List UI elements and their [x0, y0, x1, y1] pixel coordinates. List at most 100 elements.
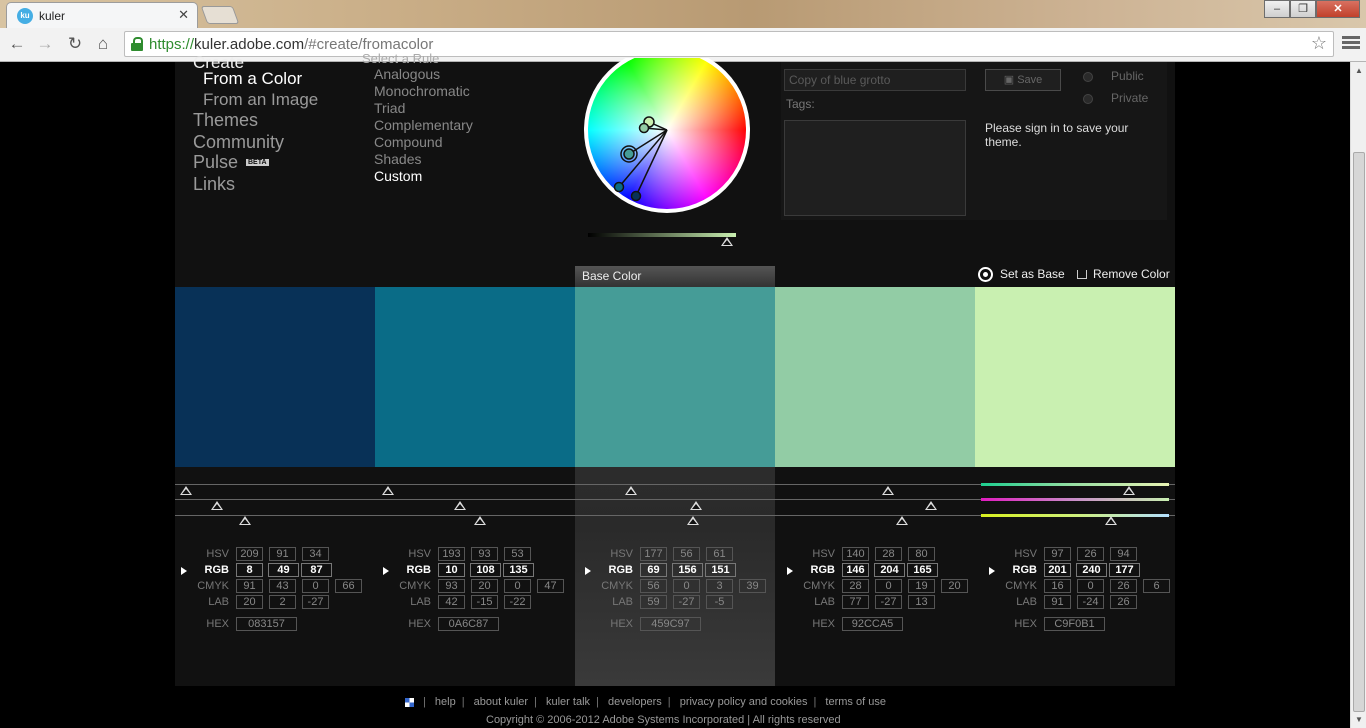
hex-value[interactable]: 0A6C87 [438, 617, 499, 631]
close-window-button[interactable]: ✕ [1316, 0, 1360, 18]
lab-value[interactable]: 42 [438, 595, 465, 609]
footer-link-help[interactable]: help [435, 696, 456, 708]
color-swatch-4[interactable] [775, 287, 975, 467]
cmyk-value[interactable]: 0 [302, 579, 329, 593]
tags-input[interactable] [784, 120, 966, 216]
cmyk-value[interactable]: 39 [739, 579, 766, 593]
nav-item-links[interactable]: Links [193, 174, 235, 195]
rgb-value[interactable]: 87 [301, 563, 332, 577]
rule-triad[interactable]: Triad [374, 100, 405, 116]
lab-value[interactable]: -27 [673, 595, 700, 609]
minimize-button[interactable]: – [1264, 0, 1290, 18]
chrome-menu-icon[interactable] [1342, 34, 1360, 52]
cmyk-value[interactable]: 19 [908, 579, 935, 593]
forward-arrow-icon[interactable]: → [34, 33, 56, 55]
bookmark-star-icon[interactable]: ☆ [1311, 33, 1327, 54]
address-bar[interactable]: https://kuler.adobe.com/#create/fromacol… [124, 31, 1334, 57]
rgb-value[interactable]: 201 [1044, 563, 1071, 577]
rule-custom[interactable]: Custom [374, 168, 422, 184]
hsv-value[interactable]: 93 [471, 547, 498, 561]
nav-item-themes[interactable]: Themes [193, 110, 258, 131]
rgb-value[interactable]: 151 [705, 563, 736, 577]
lab-value[interactable]: -27 [875, 595, 902, 609]
remove-color-button[interactable]: Remove Color [1077, 267, 1170, 281]
rgb-value[interactable]: 10 [438, 563, 465, 577]
hsv-value[interactable]: 28 [875, 547, 902, 561]
hex-value[interactable]: C9F0B1 [1044, 617, 1105, 631]
cmyk-value[interactable]: 6 [1143, 579, 1170, 593]
rgb-value[interactable]: 135 [503, 563, 534, 577]
rule-analogous[interactable]: Analogous [374, 66, 440, 82]
rgb-value[interactable]: 108 [470, 563, 501, 577]
hsv-value[interactable]: 193 [438, 547, 465, 561]
rgb-value[interactable]: 156 [672, 563, 703, 577]
cmyk-value[interactable]: 16 [1044, 579, 1071, 593]
rgb-value[interactable]: 69 [640, 563, 667, 577]
rgb-value[interactable]: 8 [236, 563, 263, 577]
cmyk-value[interactable]: 20 [471, 579, 498, 593]
home-icon[interactable]: ⌂ [92, 33, 114, 55]
hex-value[interactable]: 92CCA5 [842, 617, 903, 631]
public-radio[interactable]: Public [1083, 69, 1144, 83]
nav-item-from-an-image[interactable]: From an Image [203, 90, 318, 110]
hsv-value[interactable]: 177 [640, 547, 667, 561]
cmyk-value[interactable]: 0 [1077, 579, 1104, 593]
hsv-value[interactable]: 61 [706, 547, 733, 561]
cmyk-value[interactable]: 66 [335, 579, 362, 593]
save-button[interactable]: ▣ Save [985, 69, 1061, 91]
cmyk-value[interactable]: 26 [1110, 579, 1137, 593]
nav-item-pulse[interactable]: Pulse [193, 152, 238, 173]
rule-complementary[interactable]: Complementary [374, 117, 473, 133]
lab-value[interactable]: -22 [504, 595, 531, 609]
hex-value[interactable]: 083157 [236, 617, 297, 631]
lab-value[interactable]: 2 [269, 595, 296, 609]
lab-value[interactable]: 13 [908, 595, 935, 609]
lab-value[interactable]: -5 [706, 595, 733, 609]
lab-value[interactable]: 59 [640, 595, 667, 609]
rgb-value[interactable]: 204 [874, 563, 905, 577]
lab-value[interactable]: -24 [1077, 595, 1104, 609]
footer-link-developers[interactable]: developers [608, 696, 662, 708]
scroll-up-arrow-icon[interactable]: ▲ [1355, 66, 1363, 75]
lab-value[interactable]: -27 [302, 595, 329, 609]
cmyk-value[interactable]: 43 [269, 579, 296, 593]
scroll-down-arrow-icon[interactable]: ▼ [1355, 715, 1363, 724]
rgb-value[interactable]: 146 [842, 563, 869, 577]
cmyk-value[interactable]: 56 [640, 579, 667, 593]
hsv-value[interactable]: 80 [908, 547, 935, 561]
rule-compound[interactable]: Compound [374, 134, 443, 150]
nav-item-from-a-color[interactable]: From a Color [203, 69, 302, 89]
nav-item-community[interactable]: Community [193, 132, 284, 153]
reload-icon[interactable]: ↻ [64, 33, 86, 55]
page-scrollbar[interactable]: ▲ ▼ [1350, 62, 1366, 728]
lab-value[interactable]: 20 [236, 595, 263, 609]
cmyk-value[interactable]: 28 [842, 579, 869, 593]
cmyk-value[interactable]: 0 [504, 579, 531, 593]
footer-link-talk[interactable]: kuler talk [546, 696, 590, 708]
rgb-value[interactable]: 49 [268, 563, 299, 577]
footer-link-privacy[interactable]: privacy policy and cookies [680, 696, 808, 708]
cmyk-value[interactable]: 20 [941, 579, 968, 593]
private-radio[interactable]: Private [1083, 91, 1148, 105]
theme-name-input[interactable]: Copy of blue grotto [784, 69, 966, 91]
scrollbar-thumb[interactable] [1353, 152, 1365, 712]
hsv-value[interactable]: 91 [269, 547, 296, 561]
hsv-value[interactable]: 94 [1110, 547, 1137, 561]
cmyk-value[interactable]: 91 [236, 579, 263, 593]
color-swatch-1[interactable] [175, 287, 375, 467]
footer-link-terms[interactable]: terms of use [825, 696, 886, 708]
color-swatch-5[interactable] [975, 287, 1175, 467]
lab-value[interactable]: 26 [1110, 595, 1137, 609]
hsv-value[interactable]: 56 [673, 547, 700, 561]
cmyk-value[interactable]: 3 [706, 579, 733, 593]
brightness-slider[interactable] [588, 231, 736, 246]
cmyk-value[interactable]: 0 [673, 579, 700, 593]
new-tab-button[interactable] [200, 6, 240, 24]
hsv-value[interactable]: 140 [842, 547, 869, 561]
rule-shades[interactable]: Shades [374, 151, 421, 167]
color-swatch-2[interactable] [375, 287, 575, 467]
hsv-value[interactable]: 97 [1044, 547, 1071, 561]
rgb-value[interactable]: 165 [907, 563, 938, 577]
back-arrow-icon[interactable]: ← [6, 33, 28, 55]
hsv-value[interactable]: 34 [302, 547, 329, 561]
